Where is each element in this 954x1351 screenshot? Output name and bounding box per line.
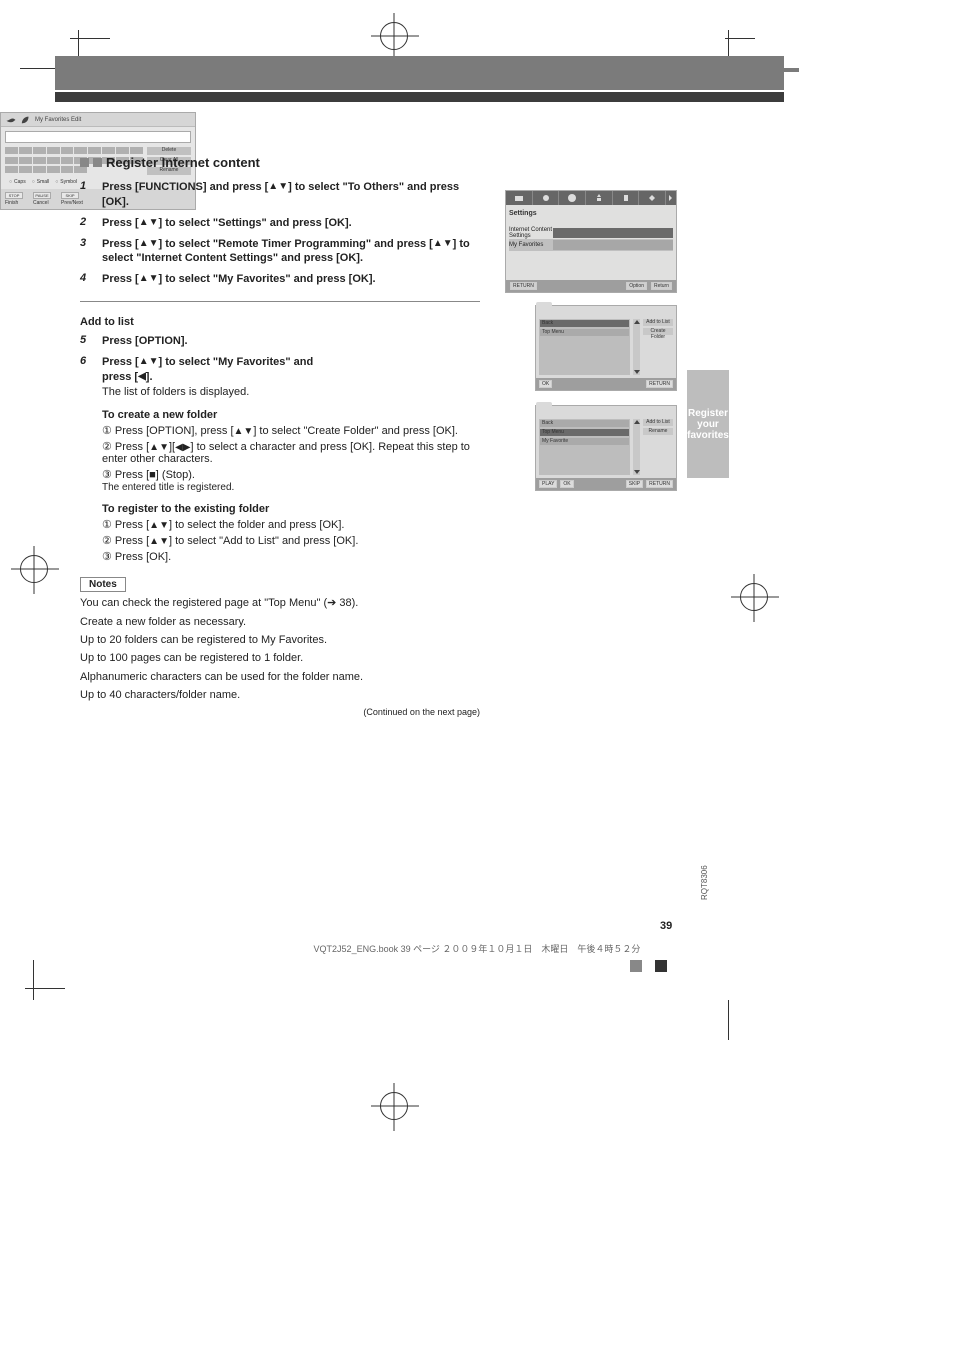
- leaf-icon: [20, 115, 32, 125]
- step-5: 5 Press [OPTION].: [80, 334, 480, 349]
- printer-mark: [630, 960, 642, 972]
- continued-label: (Continued on the next page): [80, 707, 480, 717]
- subsection-create-folder: To create a new folder ① Press [OPTION],…: [102, 409, 480, 493]
- side-tab-register-favorites: Register your favorites: [687, 370, 729, 478]
- screenshot-folder-ui-a: Back Top Menu Add to List Create Folder …: [535, 305, 677, 391]
- bird-icon: [5, 115, 17, 125]
- main-content: Register Internet content 1 Press [FUNCT…: [80, 155, 480, 717]
- settings-tab-icon: [506, 191, 532, 205]
- settings-foot-return: RETURN: [510, 282, 537, 290]
- divider: [80, 301, 480, 302]
- page-header-underbar: [55, 92, 784, 102]
- page-number: 39: [660, 920, 672, 932]
- register-target-left: [20, 555, 48, 583]
- section-title-register-internet: Register Internet content: [80, 155, 480, 170]
- register-target-top: [380, 22, 408, 50]
- notes-block: Notes You can check the registered page …: [80, 577, 480, 702]
- step-1: 1 Press [FUNCTIONS] and press [▲▼] to se…: [80, 180, 480, 210]
- keyboard-input: [5, 131, 191, 143]
- settings-tab-icon: [612, 191, 639, 205]
- rqt-code: RQT8306: [700, 865, 709, 900]
- printer-mark: [655, 960, 667, 972]
- step-2: 2 Press [▲▼] to select "Settings" and pr…: [80, 216, 480, 231]
- settings-foot-btn: Return: [651, 282, 672, 290]
- subtitle-add-to-list: Add to list: [80, 316, 480, 328]
- register-target-right: [740, 583, 768, 611]
- crop-mark-br: [720, 1000, 780, 1060]
- step-6: 6 Press [▲▼] to select "My Favorites" an…: [80, 355, 480, 400]
- page-header-bar-right: [740, 68, 799, 72]
- page-footer: VQT2J52_ENG.book 39 ページ ２００９年１０月１日 木曜日 午…: [0, 942, 954, 955]
- step-4: 4 Press [▲▼] to select "My Favorites" an…: [80, 272, 480, 287]
- settings-tab-icon: [638, 191, 665, 205]
- settings-tab-icon: [585, 191, 612, 205]
- settings-foot-btn: Option: [626, 282, 647, 290]
- register-target-bottom: [380, 1092, 408, 1120]
- crop-mark-bl: [25, 980, 85, 1040]
- subsection-existing-folder: To register to the existing folder ① Pre…: [102, 503, 480, 563]
- page-header-bar: [55, 56, 784, 90]
- step-3: 3 Press [▲▼] to select "Remote Timer Pro…: [80, 237, 480, 267]
- settings-tab-icon: [558, 191, 585, 205]
- settings-tab-icon: [665, 191, 676, 205]
- screenshot-settings-ui: Settings Internet Content Settings My Fa…: [505, 190, 677, 293]
- settings-tab-icon: [532, 191, 559, 205]
- screenshot-folder-ui-b: Back Top Menu My Favorite Add to List Re…: [535, 405, 677, 491]
